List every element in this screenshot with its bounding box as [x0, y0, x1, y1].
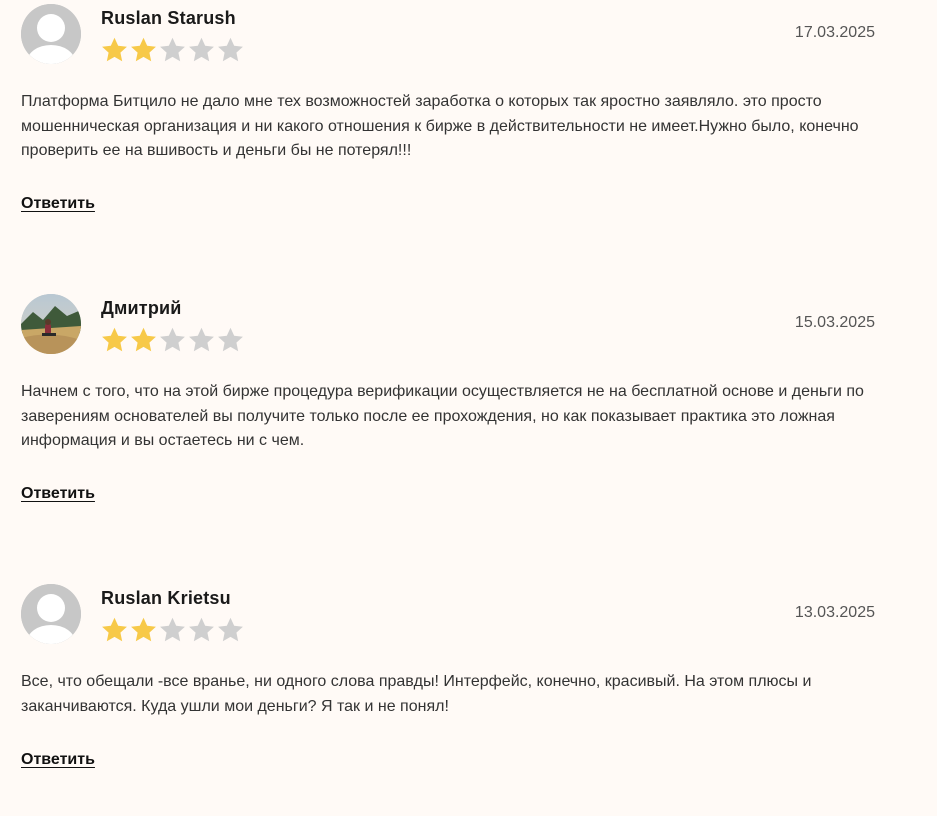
star-filled-icon: [102, 37, 127, 62]
star-empty-icon: [189, 37, 214, 62]
star-filled-icon: [131, 327, 156, 352]
review-date: 15.03.2025: [794, 314, 875, 331]
star-empty-icon: [160, 617, 185, 642]
review-header: Ruslan Krietsu 13.03.2025: [21, 584, 875, 650]
review-text: Платформа Битцило не дало мне тех возмож…: [21, 93, 859, 159]
star-filled-icon: [131, 37, 156, 62]
default-user-icon: [21, 584, 81, 644]
review-author: Ruslan Starush: [101, 8, 236, 28]
reply-link[interactable]: Ответить: [21, 751, 95, 769]
review-header: Ruslan Starush 17.03.2025: [21, 4, 875, 70]
star-filled-icon: [102, 617, 127, 642]
review-author: Ruslan Krietsu: [101, 588, 231, 608]
reply-link[interactable]: Ответить: [21, 195, 95, 213]
review-text: Все, что обещали -все вранье, ни одного …: [21, 673, 812, 715]
review-item: Дмитрий 15.03.2025 Начнем с того, что на…: [21, 294, 875, 502]
star-filled-icon: [131, 617, 156, 642]
reply-link[interactable]: Ответить: [21, 485, 95, 503]
review-item: Ruslan Starush 17.03.2025 Платформа Битц…: [21, 4, 875, 212]
user-photo-avatar: [21, 294, 81, 354]
star-empty-icon: [218, 327, 243, 352]
star-rating: [100, 616, 245, 642]
default-user-icon: [21, 4, 81, 64]
star-empty-icon: [218, 37, 243, 62]
review-text: Начнем с того, что на этой бирже процеду…: [21, 383, 864, 449]
star-empty-icon: [189, 617, 214, 642]
star-rating: [100, 36, 245, 62]
star-empty-icon: [218, 617, 243, 642]
star-empty-icon: [189, 327, 214, 352]
review-item: Ruslan Krietsu 13.03.2025 Все, что обеща…: [21, 584, 875, 768]
star-empty-icon: [160, 327, 185, 352]
star-empty-icon: [160, 37, 185, 62]
star-rating: [100, 326, 245, 352]
review-header: Дмитрий 15.03.2025: [21, 294, 875, 360]
star-filled-icon: [102, 327, 127, 352]
review-date: 17.03.2025: [794, 24, 875, 41]
review-date: 13.03.2025: [794, 604, 875, 621]
review-author: Дмитрий: [101, 298, 182, 318]
